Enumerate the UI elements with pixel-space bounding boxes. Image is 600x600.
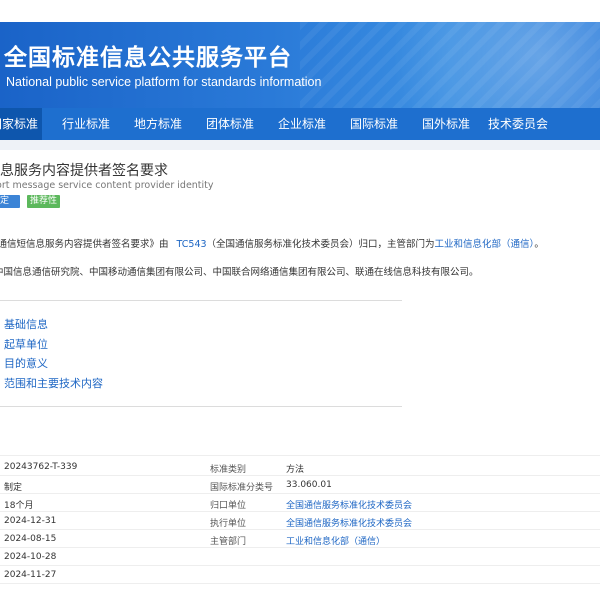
nav-item-enterprise[interactable]: 企业标准 <box>278 108 326 140</box>
type-badge: 推荐性 <box>27 195 61 208</box>
plan-number-value: 20243762-T-339 <box>4 462 78 472</box>
desc-middle: （全国通信服务标准化技术委员会）归口，主管部门为 <box>206 239 435 250</box>
std-category-value: 方法 <box>286 465 305 475</box>
status-badge-text: 制定 <box>0 196 10 206</box>
nav-item-committee[interactable]: 技术委员会 <box>488 108 548 140</box>
project-cycle-value: 18个月 <box>4 501 34 511</box>
table-row-line <box>0 565 600 566</box>
toc-purpose[interactable]: 目的意义 <box>4 355 48 371</box>
nav-item-local[interactable]: 地方标准 <box>134 108 182 140</box>
toc-scope[interactable]: 范围和主要技术内容 <box>4 375 103 391</box>
authority-label: 主管部门 <box>210 537 247 547</box>
table-row-line <box>0 583 600 584</box>
std-category-label: 标准类别 <box>210 465 247 475</box>
drafters-list: 中国信息通信研究院、中国移动通信集团有限公司、中国联合网络通信集团有限公司、联通… <box>0 267 479 278</box>
main-nav: 国家标准 行业标准 地方标准 团体标准 企业标准 国际标准 国外标准 技术委员会 <box>0 108 600 140</box>
banner-decoration <box>300 22 600 108</box>
standard-title: 短信息服务内容提供者签名要求 <box>0 160 194 180</box>
deadline-value: 2024-12-31 <box>4 516 57 526</box>
nav-item-industry[interactable]: 行业标准 <box>62 108 110 140</box>
ics-label: 国际标准分类号 <box>210 483 274 493</box>
ics-value: 33.060.01 <box>286 480 332 490</box>
exec-unit-label: 执行单位 <box>210 519 247 529</box>
site-title[interactable]: 全国标准信息公共服务平台 <box>4 38 292 72</box>
nav-divider-strip <box>0 140 600 150</box>
table-row-line <box>0 493 600 494</box>
table-row-line <box>0 475 600 476</box>
standard-title-en-text: Short message service content provider i… <box>0 180 214 191</box>
nav-item-international[interactable]: 国际标准 <box>350 108 398 140</box>
standard-title-text: 短信息服务内容提供者签名要求 <box>0 163 168 179</box>
tc-unit-link[interactable]: 全国通信服务标准化技术委员会 <box>286 498 412 511</box>
nav-item-group[interactable]: 团体标准 <box>206 108 254 140</box>
toc-bottom-divider <box>0 406 402 407</box>
desc-prefix: 《通信短信息服务内容提供者签名要求》由 <box>0 239 169 250</box>
table-row-line <box>0 511 600 512</box>
date-value-6: 2024-10-28 <box>4 552 57 562</box>
status-badge: 制定 <box>0 195 21 208</box>
nav-item-national[interactable]: 国家标准 <box>0 108 42 140</box>
toc-basic-info[interactable]: 基础信息 <box>4 316 48 332</box>
issue-date-value: 2024-08-15 <box>4 534 57 544</box>
header-banner: 全国标准信息公共服务平台 National public service pla… <box>0 22 600 108</box>
nav-item-foreign[interactable]: 国外标准 <box>422 108 470 140</box>
info-table-top-line <box>0 455 600 456</box>
table-row-line <box>0 529 600 530</box>
exec-unit-link[interactable]: 全国通信服务标准化技术委员会 <box>286 516 412 529</box>
toc-drafting-units[interactable]: 起草单位 <box>4 336 48 352</box>
project-type-value: 制定 <box>4 483 23 493</box>
standard-description: 《通信短信息服务内容提供者签名要求》由 TC543（全国通信服务标准化技术委员会）… <box>0 236 544 250</box>
drafters-text: 中国信息通信研究院、中国移动通信集团有限公司、中国联合网络通信集团有限公司、联通… <box>0 264 489 278</box>
nav-item-label: 国家标准 <box>0 117 39 131</box>
table-row-line <box>0 547 600 548</box>
tc-unit-label: 归口单位 <box>210 501 247 511</box>
toc-top-divider <box>0 300 402 301</box>
site-subtitle: National public service platform for sta… <box>6 75 322 89</box>
date-value-7: 2024-11-27 <box>4 570 57 580</box>
authority-link[interactable]: 工业和信息化部（通信） <box>286 534 385 547</box>
tc-code-link[interactable]: TC543 <box>177 239 207 250</box>
dept-link[interactable]: 工业和信息化部（通信） <box>435 239 535 250</box>
standard-title-en: Short message service content provider i… <box>0 180 228 191</box>
desc-suffix: 。 <box>534 239 544 250</box>
